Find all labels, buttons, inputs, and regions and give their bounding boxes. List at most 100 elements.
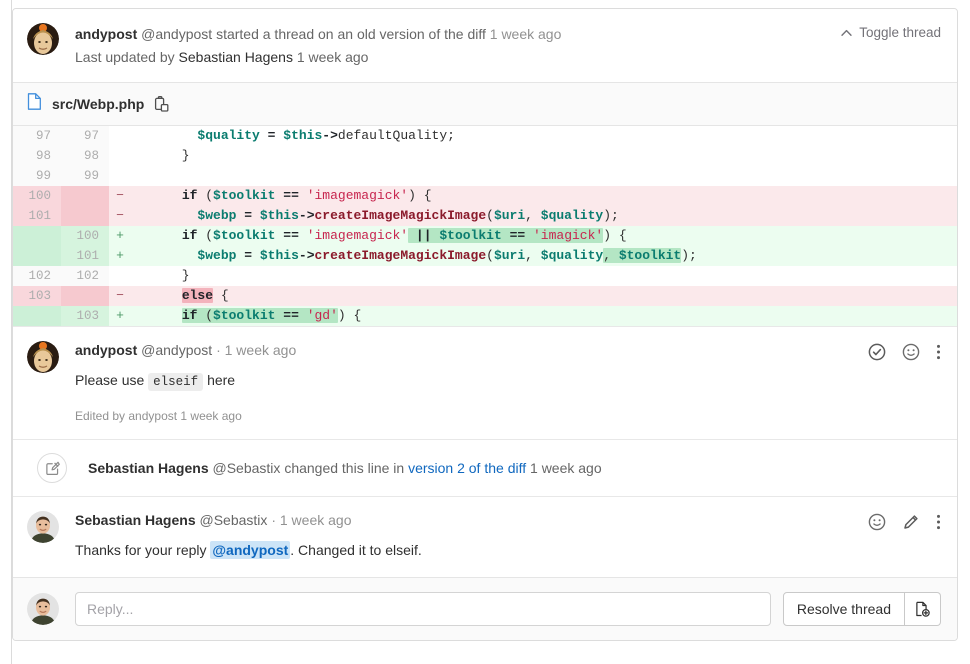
- file-icon: [27, 93, 42, 115]
- thread-action-text: started a thread on an old version of th…: [216, 26, 486, 42]
- diff-file-header: src/Webp.php: [13, 83, 957, 126]
- comment-separator: ·: [216, 342, 221, 358]
- diff-code-line: if ($toolkit == 'imagemagick') {: [131, 186, 957, 206]
- diff-new-line-number[interactable]: [61, 286, 109, 306]
- diff-code-line: }: [131, 146, 957, 166]
- diff-row-deletion: 103 − else {: [13, 286, 957, 306]
- add-reaction-icon[interactable]: [902, 343, 920, 361]
- avatar-current-user[interactable]: [27, 593, 59, 625]
- comment-text-before: Please use: [75, 372, 148, 388]
- diff-new-line-number[interactable]: 102: [61, 266, 109, 286]
- diff-old-line-number[interactable]: 102: [13, 266, 61, 286]
- comment-actions: [868, 513, 941, 531]
- system-note: Sebastian Hagens @Sebastix changed this …: [13, 439, 957, 496]
- diff-old-line-number[interactable]: 98: [13, 146, 61, 166]
- comment-text-after: . Changed it to elseif.: [290, 542, 422, 558]
- comment-separator: ·: [271, 512, 276, 528]
- discussion-thread-card: andypost @andypost started a thread on a…: [12, 8, 958, 641]
- diff-sign: −: [109, 286, 131, 306]
- diff-row-context: 99 99: [13, 166, 957, 186]
- last-updated-by: Sebastian Hagens: [179, 49, 293, 65]
- comment-body: Sebastian Hagens @Sebastix · 1 week ago …: [75, 511, 941, 561]
- chevron-up-icon: [841, 25, 852, 40]
- new-issue-icon[interactable]: [905, 592, 941, 626]
- diff-sign: [109, 146, 131, 166]
- diff-new-line-number[interactable]: 97: [61, 126, 109, 146]
- diff-code-line: }: [131, 266, 957, 286]
- diff-old-line-number[interactable]: [13, 246, 61, 266]
- comment-author-handle[interactable]: @Sebastix: [200, 512, 268, 528]
- copy-to-clipboard-icon[interactable]: [154, 96, 170, 113]
- diff-code-line: $webp = $this->createImageMagickImage($u…: [131, 246, 957, 266]
- diff-old-line-number[interactable]: [13, 306, 61, 326]
- avatar-andypost[interactable]: [27, 23, 59, 55]
- thread-author-handle[interactable]: @andypost: [141, 26, 212, 42]
- avatar-andypost[interactable]: [27, 341, 59, 373]
- comment-author-name[interactable]: Sebastian Hagens: [75, 512, 196, 528]
- diff-row-addition: 100 + if ($toolkit == 'imagemagick' || $…: [13, 226, 957, 246]
- resolve-thread-icon[interactable]: [868, 343, 886, 361]
- diff-sign: −: [109, 206, 131, 226]
- diff-new-line-number[interactable]: 101: [61, 246, 109, 266]
- edit-comment-icon[interactable]: [902, 513, 920, 531]
- diff-new-line-number[interactable]: 100: [61, 226, 109, 246]
- reply-input[interactable]: [75, 592, 771, 626]
- inline-code: elseif: [148, 373, 203, 391]
- comment-sebastix: Sebastian Hagens @Sebastix · 1 week ago …: [13, 496, 957, 577]
- comment-timestamp: 1 week ago: [280, 512, 352, 528]
- diff-row-context: 98 98 }: [13, 146, 957, 166]
- comment-text-after: here: [203, 372, 235, 388]
- diff-sign: [109, 266, 131, 286]
- diff-new-line-number[interactable]: 103: [61, 306, 109, 326]
- last-updated-time: 1 week ago: [297, 49, 369, 65]
- diff-old-line-number[interactable]: 100: [13, 186, 61, 206]
- diff-row-context: 97 97 $quality = $this->defaultQuality;: [13, 126, 957, 146]
- system-note-author-name[interactable]: Sebastian Hagens: [88, 460, 209, 476]
- comment-meta: Sebastian Hagens @Sebastix · 1 week ago: [75, 511, 941, 531]
- more-actions-icon[interactable]: [936, 513, 941, 531]
- diff-new-line-number[interactable]: [61, 186, 109, 206]
- diff-sign: [109, 166, 131, 186]
- comment-text: Please use elseif here: [75, 370, 941, 392]
- comment-text: Thanks for your reply @andypost. Changed…: [75, 540, 941, 561]
- user-mention-link[interactable]: @andypost: [210, 541, 290, 559]
- system-note-author-handle[interactable]: @Sebastix: [213, 460, 281, 476]
- comment-timestamp: 1 week ago: [225, 342, 297, 358]
- diff-file-name[interactable]: src/Webp.php: [52, 96, 144, 112]
- diff-sign: +: [109, 246, 131, 266]
- diff-new-line-number[interactable]: 98: [61, 146, 109, 166]
- diff-row-addition: 101 + $webp = $this->createImageMagickIm…: [13, 246, 957, 266]
- last-updated-prefix: Last updated by: [75, 49, 175, 65]
- discussion-page: andypost @andypost started a thread on a…: [0, 0, 970, 664]
- resolve-thread-button[interactable]: Resolve thread: [783, 592, 905, 626]
- system-note-action: changed this line in: [284, 460, 404, 476]
- diff-sign: +: [109, 226, 131, 246]
- diff-old-line-number[interactable]: [13, 226, 61, 246]
- comment-body: andypost @andypost · 1 week ago Please u…: [75, 341, 941, 423]
- comment-author-name[interactable]: andypost: [75, 342, 137, 358]
- comment-edited-label: Edited by andypost 1 week ago: [75, 409, 941, 423]
- diff-old-line-number[interactable]: 97: [13, 126, 61, 146]
- diff-sign: −: [109, 186, 131, 206]
- edit-square-icon: [37, 453, 67, 483]
- diff-body: 97 97 $quality = $this->defaultQuality; …: [13, 126, 957, 326]
- diff-old-line-number[interactable]: 103: [13, 286, 61, 306]
- add-reaction-icon[interactable]: [868, 513, 886, 531]
- system-note-timestamp: 1 week ago: [530, 460, 602, 476]
- diff-old-line-number[interactable]: 101: [13, 206, 61, 226]
- diff-version-link[interactable]: version 2 of the diff: [408, 460, 526, 476]
- diff-new-line-number[interactable]: [61, 206, 109, 226]
- reply-bar: Resolve thread: [13, 577, 957, 640]
- more-actions-icon[interactable]: [936, 343, 941, 361]
- toggle-thread-button[interactable]: Toggle thread: [841, 23, 941, 40]
- toggle-thread-label: Toggle thread: [859, 25, 941, 40]
- thread-header-line-2: Last updated by Sebastian Hagens 1 week …: [75, 47, 561, 67]
- comment-author-handle[interactable]: @andypost: [141, 342, 212, 358]
- diff-new-line-number[interactable]: 99: [61, 166, 109, 186]
- diff-code-line: if ($toolkit == 'gd') {: [131, 306, 957, 326]
- diff-row-context: 102 102 }: [13, 266, 957, 286]
- diff-old-line-number[interactable]: 99: [13, 166, 61, 186]
- thread-author-name[interactable]: andypost: [75, 26, 137, 42]
- avatar-sebastix[interactable]: [27, 511, 59, 543]
- thread-header-text: andypost @andypost started a thread on a…: [75, 23, 561, 68]
